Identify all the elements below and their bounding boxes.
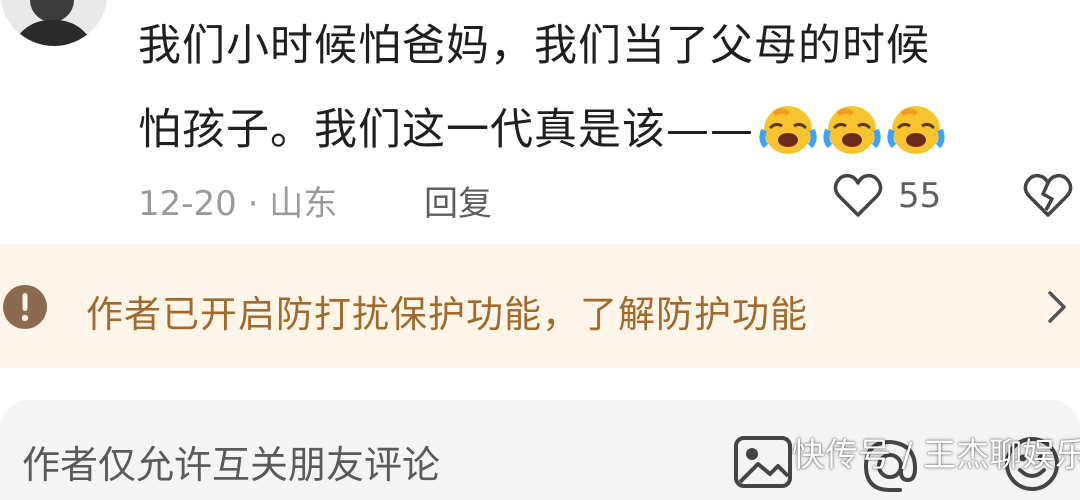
- anti-harassment-notice[interactable]: 作者已开启防打扰保护功能，了解防护功能: [0, 244, 1080, 368]
- comment-date-location: 12-20 · 山东: [138, 184, 338, 224]
- like-count: 55: [898, 176, 942, 216]
- laughing-crying-emoji-icon: [759, 106, 817, 154]
- avatar-body: [10, 20, 96, 46]
- reply-button[interactable]: 回复: [424, 176, 492, 225]
- comment-text-line2-wrap: 怕孩子。我们这一代真是该——: [138, 88, 1038, 172]
- comment-text: 我们小时候怕爸妈，我们当了父母的时候 怕孩子。我们这一代真是该——: [138, 4, 1038, 172]
- laughing-crying-emoji-icon: [887, 106, 945, 154]
- broken-heart-icon[interactable]: [1022, 170, 1074, 222]
- comment-text-line1: 我们小时候怕爸妈，我们当了父母的时候: [138, 21, 930, 71]
- chevron-right-icon: [1048, 291, 1066, 323]
- comment: 我们小时候怕爸妈，我们当了父母的时候 怕孩子。我们这一代真是该—— 12-20 …: [0, 0, 1080, 240]
- avatar-head: [30, 0, 74, 22]
- comment-text-line2: 怕孩子。我们这一代真是该——: [138, 105, 754, 155]
- comment-meta: 12-20 · 山东 回复 55: [138, 170, 1078, 226]
- watermark: 快传号 / 王杰聊娱乐: [792, 435, 1080, 474]
- heart-icon[interactable]: [832, 170, 884, 222]
- laughing-crying-emoji-icon: [823, 106, 881, 154]
- image-icon[interactable]: [732, 432, 794, 492]
- comment-input-placeholder[interactable]: 作者仅允许互关朋友评论: [22, 434, 440, 489]
- avatar[interactable]: [0, 0, 108, 46]
- notice-text: 作者已开启防打扰保护功能，了解防护功能: [86, 293, 808, 336]
- warning-icon: [3, 285, 47, 329]
